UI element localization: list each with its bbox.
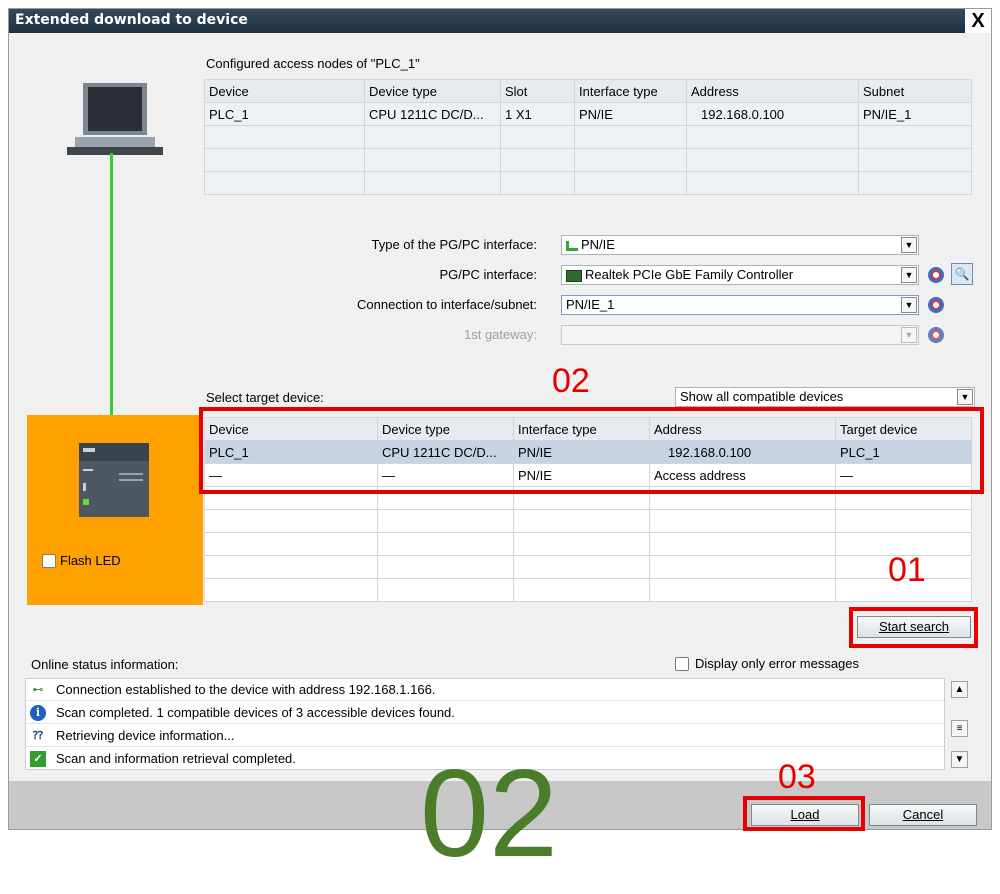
type-label: Type of the PG/PC interface: [371, 237, 537, 252]
column-header[interactable]: Address [686, 79, 859, 103]
table-row [204, 171, 972, 195]
gateway-select: ▼ [561, 325, 919, 345]
annotation-01: 01 [888, 551, 926, 589]
status-message: Retrieving device information... [56, 728, 235, 743]
annotation-box-load [743, 796, 865, 831]
table-cell: PN/IE [574, 102, 687, 126]
chevron-down-icon[interactable]: ▼ [957, 389, 973, 405]
pgpc-interface-select[interactable]: Realtek PCIe GbE Family Controller ▼ [561, 265, 919, 285]
column-header[interactable]: Slot [500, 79, 575, 103]
table-row [204, 125, 972, 149]
chevron-down-icon[interactable]: ▼ [901, 297, 917, 313]
column-header[interactable]: Device [204, 79, 365, 103]
table-row [204, 555, 972, 579]
table-cell: 192.168.0.100 [686, 102, 859, 126]
table-row [204, 509, 972, 533]
retrieving-icon: ⁇ [32, 730, 44, 742]
table-row [204, 532, 972, 556]
device-filter-select[interactable]: Show all compatible devices ▼ [675, 387, 975, 407]
connection-label: Connection to interface/subnet: [357, 297, 537, 312]
scroll-down-button[interactable]: ▼ [951, 751, 968, 768]
list-item: ⊷ Connection established to the device w… [26, 679, 944, 701]
chevron-down-icon[interactable]: ▼ [901, 267, 917, 283]
column-header[interactable]: Device type [364, 79, 501, 103]
cancel-button[interactable]: Cancel [869, 804, 977, 826]
only-errors-label: Display only error messages [695, 656, 860, 671]
status-message: Connection established to the device wit… [56, 682, 436, 697]
chevron-down-icon: ▼ [901, 327, 917, 343]
network-card-icon [566, 269, 582, 282]
diagnostics-icon[interactable] [928, 327, 944, 343]
annotation-02: 02 [552, 362, 590, 400]
interface-type-value: PN/IE [581, 237, 615, 252]
configured-heading: Configured access nodes of "PLC_1" [206, 56, 420, 71]
column-header[interactable]: Interface type [574, 79, 687, 103]
close-button[interactable]: X [965, 9, 991, 33]
connection-subnet-select[interactable]: PN/IE_1 ▼ [561, 295, 919, 315]
annotation-03: 03 [778, 758, 816, 796]
status-message: Scan and information retrieval completed… [56, 751, 296, 766]
column-header[interactable]: Subnet [858, 79, 972, 103]
connection-icon: ⊷ [32, 684, 44, 696]
table-cell: PN/IE_1 [858, 102, 972, 126]
gateway-label: 1st gateway: [464, 327, 537, 342]
pc-icon [63, 81, 167, 161]
window-title: Extended download to device [15, 12, 248, 28]
list-item: ⁇ Retrieving device information... [26, 725, 944, 747]
table-cell: PLC_1 [204, 102, 365, 126]
properties-icon[interactable]: 🔍 [951, 263, 973, 285]
scroll-up-button[interactable]: ▲ [951, 681, 968, 698]
only-errors-checkbox[interactable] [675, 657, 689, 671]
check-icon: ✓ [30, 751, 46, 767]
diagnostics-icon[interactable] [928, 297, 944, 313]
table-row [204, 148, 972, 172]
diagnostics-icon[interactable] [928, 267, 944, 283]
configured-table: Device Device type Slot Interface type A… [204, 79, 972, 195]
status-message: Scan completed. 1 compatible devices of … [56, 705, 455, 720]
title-bar: Extended download to device X [9, 9, 991, 33]
interface-type-select[interactable]: PN/IE ▼ [561, 235, 919, 255]
cancel-label: Cancel [902, 807, 944, 822]
scroll-thumb[interactable]: ≡ [951, 720, 968, 737]
table-row[interactable]: PLC_1 CPU 1211C DC/D... 1 X1 PN/IE 192.1… [204, 102, 972, 126]
annotation-big-02: 02 [420, 745, 558, 883]
list-item: i Scan completed. 1 compatible devices o… [26, 702, 944, 724]
pgpc-label: PG/PC interface: [439, 267, 537, 282]
table-cell: CPU 1211C DC/D... [364, 102, 501, 126]
status-label: Online status information: [31, 657, 179, 672]
annotation-box-target-table [199, 407, 984, 494]
chevron-down-icon[interactable]: ▼ [901, 237, 917, 253]
select-target-label: Select target device: [206, 390, 324, 405]
annotation-box-start-search [849, 607, 978, 648]
device-filter-value: Show all compatible devices [680, 389, 844, 404]
pgpc-interface-value: Realtek PCIe GbE Family Controller [585, 267, 794, 282]
info-icon: i [30, 705, 46, 721]
connection-value: PN/IE_1 [566, 297, 615, 312]
table-row [204, 578, 972, 602]
table-cell: 1 X1 [500, 102, 575, 126]
network-link-line [110, 153, 113, 415]
plc-icon [79, 443, 149, 517]
network-icon [566, 240, 578, 251]
flash-led-checkbox[interactable] [42, 554, 56, 568]
flash-led-label: Flash LED [60, 553, 121, 568]
